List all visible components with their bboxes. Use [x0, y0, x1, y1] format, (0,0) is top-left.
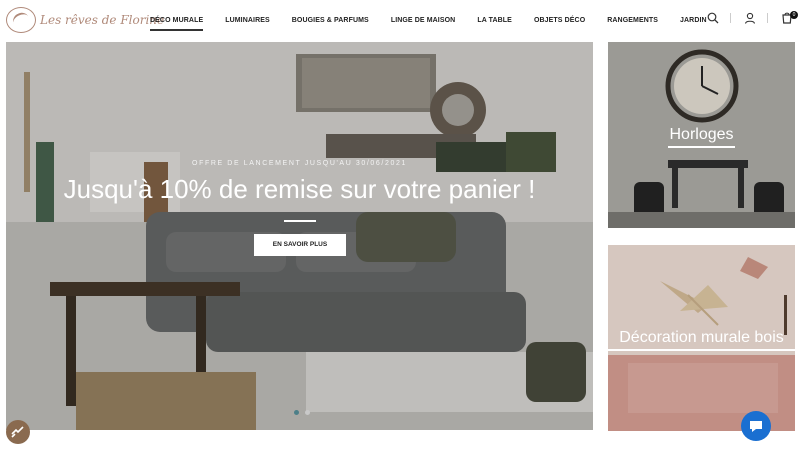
hero-kicker: OFFRE DE LANCEMENT JUSQU'AU 30/06/2021 [192, 160, 407, 167]
hero-slider[interactable]: OFFRE DE LANCEMENT JUSQU'AU 30/06/2021 J… [6, 42, 593, 430]
nav-item-deco-murale[interactable]: DÉCO MURALE [150, 17, 204, 31]
chat-button[interactable] [741, 411, 771, 441]
tile-label-underline [608, 349, 795, 351]
main-nav: DÉCO MURALE LUMINAIRES BOUGIES & PARFUMS… [150, 0, 729, 40]
brand-logo[interactable]: Les rêves de Florine [6, 6, 164, 34]
logo-mark-icon [6, 7, 36, 33]
slider-dot-1[interactable] [294, 410, 299, 415]
header-divider [767, 13, 768, 23]
chat-icon [750, 421, 762, 432]
category-tile-horloges[interactable]: Horloges [608, 42, 795, 228]
search-icon[interactable] [706, 11, 720, 25]
cart-count-badge: 0 [790, 11, 798, 19]
nav-item-rangements[interactable]: RANGEMENTS [607, 17, 658, 24]
hero-divider [284, 220, 316, 222]
accessibility-icon[interactable] [6, 420, 30, 444]
slider-dot-2[interactable] [305, 410, 310, 415]
nav-item-luminaires[interactable]: LUMINAIRES [225, 17, 270, 24]
slider-dots [294, 410, 316, 415]
nav-item-bougies-parfums[interactable]: BOUGIES & PARFUMS [292, 17, 369, 24]
cart-icon[interactable]: 0 [780, 11, 798, 25]
nav-item-linge-de-maison[interactable]: LINGE DE MAISON [391, 17, 456, 24]
category-tile-decoration-murale-bois[interactable]: Décoration murale bois [608, 245, 795, 431]
user-icon[interactable] [743, 11, 757, 25]
learn-more-button[interactable]: EN SAVOIR PLUS [254, 234, 346, 256]
tile-label-decoration-murale-bois: Décoration murale bois [619, 329, 784, 346]
header-divider [730, 13, 731, 23]
header-actions: 0 [694, 11, 798, 25]
nav-item-la-table[interactable]: LA TABLE [477, 17, 512, 24]
nav-item-objets-deco[interactable]: OBJETS DÉCO [534, 17, 585, 24]
tile-label-horloges: Horloges [669, 126, 734, 143]
tile-label-underline [668, 146, 735, 148]
brand-name: Les rêves de Florine [40, 13, 165, 27]
site-header: Les rêves de Florine DÉCO MURALE LUMINAI… [0, 0, 800, 40]
hero-title: Jusqu'à 10% de remise sur votre panier ! [63, 174, 536, 204]
